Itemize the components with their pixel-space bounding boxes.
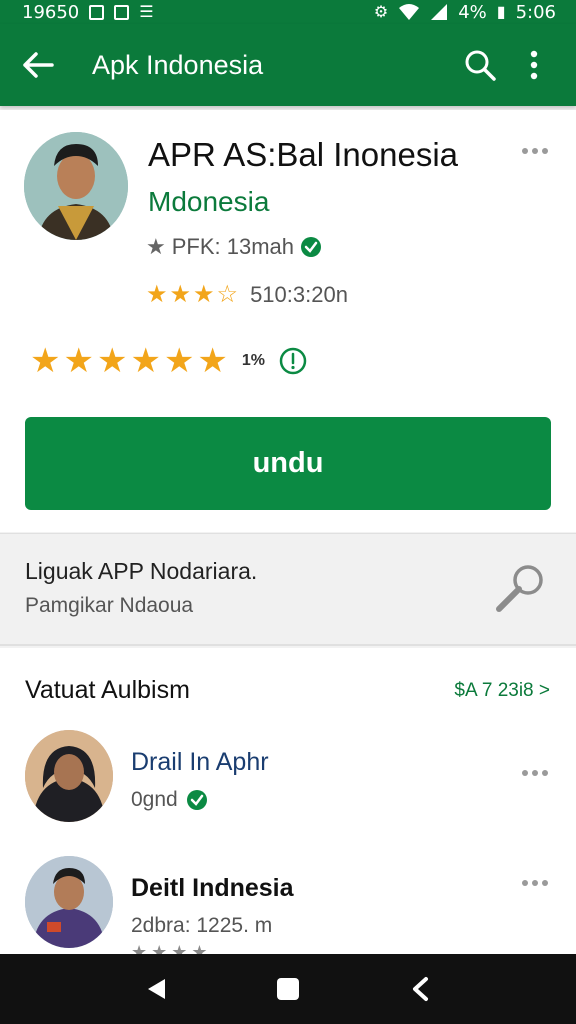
battery-icon: ▮ <box>496 2 506 21</box>
nav-back-button[interactable] <box>132 965 180 1013</box>
home-square-icon <box>277 978 299 1000</box>
list-item[interactable]: Deitl Indnesia 2dbra: 1225. m ★ ★ ★ ★ <box>0 856 576 954</box>
battery-text: 4% <box>458 1 487 23</box>
list-item-stars: ★ ★ ★ ★ <box>131 942 208 954</box>
status-left-text: 19650 <box>22 1 80 23</box>
signal-icon <box>431 4 448 20</box>
star-icon: ★ <box>191 942 208 954</box>
list-item-menu-button[interactable] <box>522 880 548 886</box>
list-item[interactable]: Drail In Aphr 0gnd <box>0 730 576 850</box>
screen: 19650 ☰ ⚙ 4% ▮ 5:06 Apk Indonesia APR AS… <box>0 0 576 1024</box>
app-header-card: APR AS:Bal Inonesia Mdonesia ★ PFK: 13ma… <box>0 110 576 532</box>
app-avatar[interactable] <box>24 132 128 240</box>
back-arrow-icon <box>23 52 54 78</box>
star-icon: ★ <box>171 942 188 954</box>
more-vert-icon <box>530 50 538 80</box>
star-icon: ★ <box>197 342 228 380</box>
star-icon: ★ <box>96 342 128 380</box>
rating-text: 510:3:20n <box>250 282 348 307</box>
star-icon: ★ <box>151 942 168 954</box>
list-item-avatar <box>25 730 113 822</box>
search-panel-title: Liguak APP Nodariara. <box>25 558 258 584</box>
star-icon: ★ <box>131 942 148 954</box>
rating-stars: ★ ★ ★ ☆ <box>146 283 238 307</box>
star-half-icon: ☆ <box>216 281 239 308</box>
list-item-title: Deitl Indnesia <box>131 874 294 902</box>
search-panel-subtitle: Pamgikar Ndaoua <box>25 594 194 617</box>
wifi-icon <box>399 4 420 20</box>
list-item-avatar <box>25 856 113 948</box>
language-search-panel[interactable]: Liguak APP Nodariara. Pamgikar Ndaoua <box>0 533 576 646</box>
app-name: APR AS:Bal Inonesia <box>148 136 459 173</box>
settings-icon: ⚙ <box>373 2 389 21</box>
search-panel-button[interactable] <box>494 562 548 616</box>
nav-recents-button[interactable] <box>396 965 444 1013</box>
search-button[interactable] <box>458 43 502 87</box>
system-nav-bar <box>0 954 576 1024</box>
app-bar: Apk Indonesia <box>0 24 576 106</box>
star-icon: ★ <box>130 342 161 380</box>
see-all-link[interactable]: $A 7 23i8 > <box>454 680 550 702</box>
person-avatar-image <box>24 132 128 240</box>
star-icon: ★ <box>193 281 215 308</box>
more-options-button[interactable] <box>512 43 556 87</box>
person-avatar-image <box>25 856 113 948</box>
install-button[interactable]: undu <box>25 417 551 510</box>
back-triangle-icon <box>148 979 165 999</box>
big-rating-row: ★ ★ ★ ★ ★ ★ 1% <box>30 344 307 378</box>
magnifier-icon <box>496 565 543 612</box>
star-icon: ★ <box>163 342 195 380</box>
star-icon: ★ <box>146 281 168 308</box>
info-alert-icon[interactable] <box>279 347 307 375</box>
status-left: 19650 ☰ <box>22 2 154 23</box>
notification-icon <box>89 4 105 20</box>
list-item-subtitle: 2dbra: 1225. m <box>131 914 273 937</box>
app-menu-button[interactable] <box>522 148 548 154</box>
app-bar-title: Apk Indonesia <box>92 49 264 80</box>
back-button[interactable] <box>22 45 62 85</box>
verified-icon <box>301 237 322 257</box>
rating-percent: 1% <box>241 352 266 369</box>
list-item-subtitle: 0gnd <box>131 788 178 811</box>
developer-name[interactable]: Mdonesia <box>148 186 269 218</box>
list-item-menu-button[interactable] <box>522 770 548 776</box>
star-small-icon: ★ <box>146 234 166 259</box>
verified-icon <box>186 790 207 810</box>
person-avatar-image <box>25 730 113 822</box>
section-title: Vatuat Aulbism <box>25 676 190 704</box>
rating-row: ★ ★ ★ ☆ 510:3:20n <box>146 282 348 308</box>
list-item-subtitle-row: 2dbra: 1225. m <box>131 914 272 938</box>
lock-icon: ☰ <box>139 2 154 21</box>
app-meta-text: PFK: 13mah <box>171 234 295 259</box>
search-icon <box>465 50 496 81</box>
star-icon: ★ <box>169 281 192 308</box>
app-meta: ★ PFK: 13mah <box>146 234 322 260</box>
recents-chevron-icon <box>413 977 428 1001</box>
list-item-subtitle-row: 0gnd <box>131 788 208 812</box>
star-icon: ★ <box>63 342 94 380</box>
app-notification-icon <box>114 4 130 20</box>
star-icon: ★ <box>30 342 61 380</box>
status-right: ⚙ 4% ▮ 5:06 <box>374 2 556 23</box>
related-apps-section: Vatuat Aulbism $A 7 23i8 > Drail In Aphr… <box>0 648 576 954</box>
status-bar: 19650 ☰ ⚙ 4% ▮ 5:06 <box>0 0 576 24</box>
big-rating-stars: ★ ★ ★ ★ ★ ★ <box>30 344 228 378</box>
status-time: 5:06 <box>515 1 556 23</box>
list-item-title: Drail In Aphr <box>131 748 269 776</box>
nav-home-button[interactable] <box>264 965 312 1013</box>
